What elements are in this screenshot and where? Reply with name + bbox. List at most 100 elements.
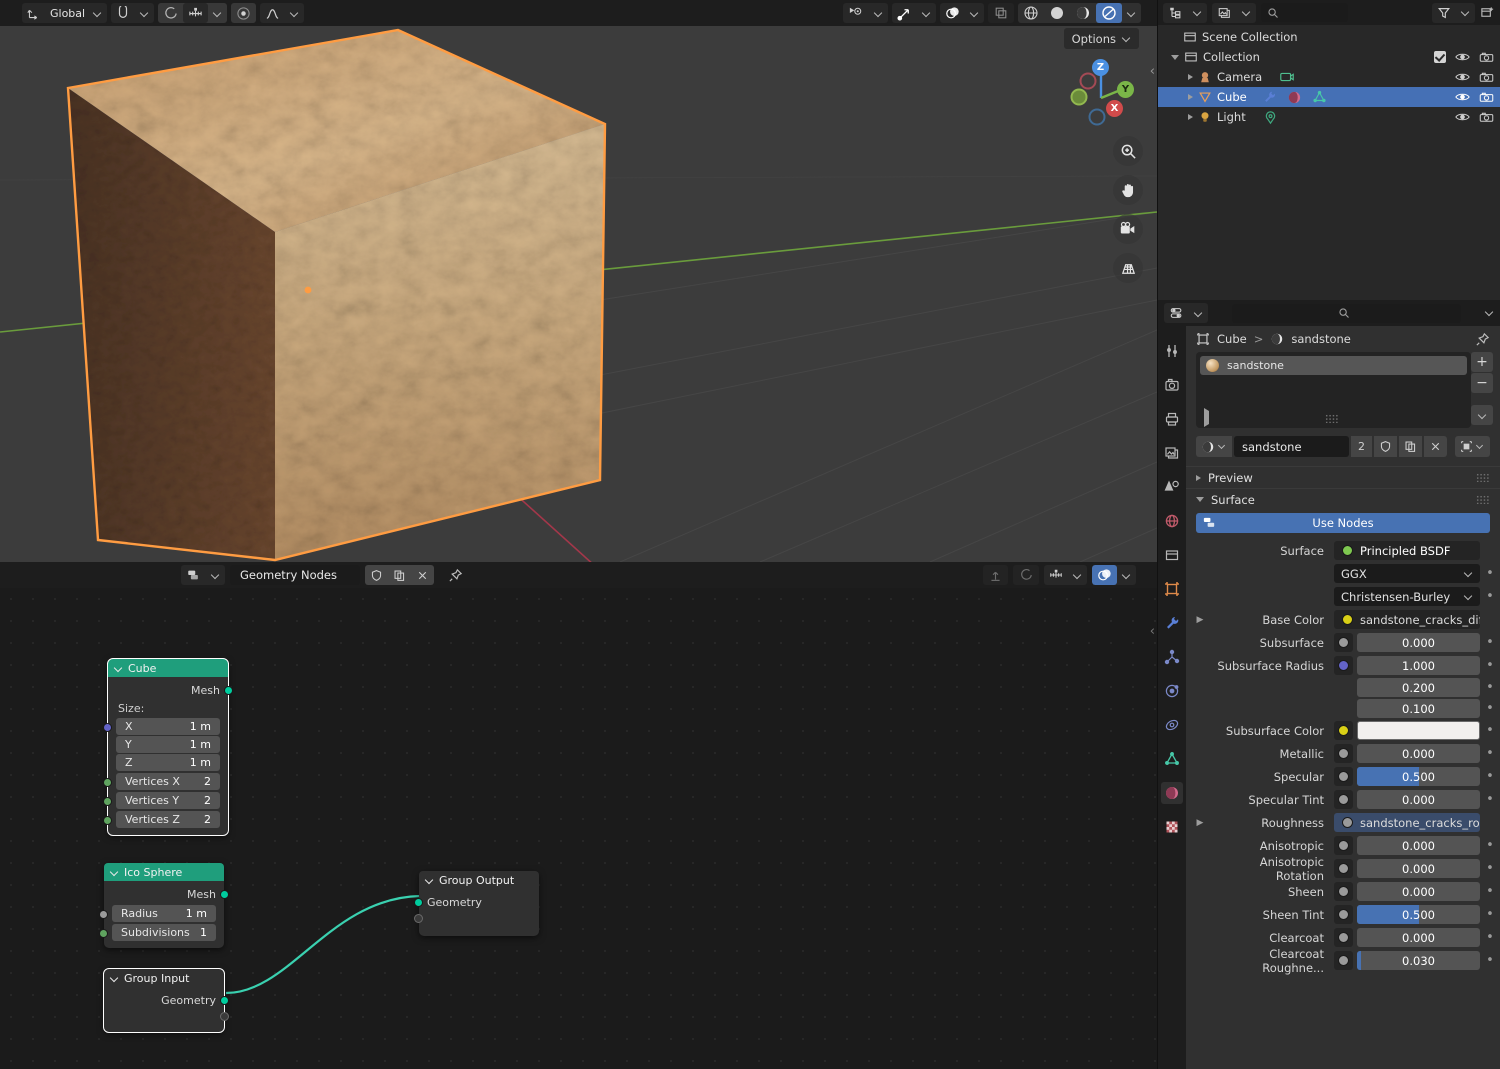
specular-tint-slider[interactable]: 0.000 xyxy=(1357,790,1480,809)
socket-virtual-in[interactable] xyxy=(414,914,423,923)
mesh-data-icon[interactable] xyxy=(1312,90,1327,104)
snap-increment-icon[interactable] xyxy=(183,3,209,23)
prop-row-sheen[interactable]: Sheen 0.000 • xyxy=(1186,880,1500,903)
editor-type-select[interactable] xyxy=(181,565,225,585)
socket-mesh-out[interactable] xyxy=(220,890,229,899)
camera-view-tool[interactable] xyxy=(1113,214,1143,244)
disclosure-triangle[interactable] xyxy=(1196,474,1201,481)
chevron-down-icon[interactable] xyxy=(208,3,227,23)
overlays-icon[interactable] xyxy=(940,3,965,23)
go-to-parent-icon[interactable] xyxy=(983,565,1008,585)
field-size-x[interactable]: X 1 m xyxy=(116,718,220,735)
animate-dot[interactable]: • xyxy=(1484,590,1496,603)
chevron-down-icon[interactable] xyxy=(1068,565,1087,585)
datablock-type-select[interactable] xyxy=(1455,436,1490,457)
node-editor-header[interactable]: Geometry Nodes xyxy=(0,562,1157,588)
socket-vertices-y[interactable] xyxy=(103,797,112,806)
gizmo-toggle-group[interactable] xyxy=(892,3,936,23)
socket-dot-sheen-tint[interactable] xyxy=(1334,905,1353,924)
viewport-nav-buttons[interactable] xyxy=(1113,136,1143,283)
snap-node-icon[interactable] xyxy=(1044,565,1068,585)
material-datablock-row[interactable]: sandstone 2 xyxy=(1196,436,1490,457)
socket-dot-anisotropic[interactable] xyxy=(1334,836,1353,855)
material-icon[interactable] xyxy=(1287,90,1302,105)
camera-render-icon[interactable] xyxy=(1479,51,1494,64)
node-collapse-icon[interactable] xyxy=(110,974,119,983)
outliner-filter-button[interactable] xyxy=(1432,2,1475,23)
snap-curve-icon[interactable] xyxy=(1013,565,1039,585)
toggle-perspective-tool[interactable] xyxy=(1113,253,1143,283)
shading-wireframe-icon[interactable] xyxy=(1018,3,1044,23)
collection-checkbox[interactable] xyxy=(1434,51,1446,63)
distribution-dropdown[interactable]: GGX xyxy=(1334,564,1480,583)
camera-render-icon[interactable] xyxy=(1479,71,1494,84)
disclosure-triangle[interactable] xyxy=(1196,497,1204,502)
prop-row-specular-tint[interactable]: Specular Tint 0.000 • xyxy=(1186,788,1500,811)
x-icon[interactable] xyxy=(1424,436,1447,457)
shading-material-preview-icon[interactable] xyxy=(1070,3,1096,23)
geometry-node-editor[interactable]: Geometry Nodes Cube Mesh Size: X 1 m Y 1… xyxy=(0,562,1157,1069)
proportional-edit-icon[interactable] xyxy=(158,3,183,23)
outliner-display-mode-select[interactable] xyxy=(1163,2,1207,23)
sheen-slider[interactable]: 0.000 xyxy=(1357,882,1480,901)
subsurface-radius-slider-1[interactable]: 1.000 xyxy=(1357,656,1480,675)
socket-dot-specular-tint[interactable] xyxy=(1334,790,1353,809)
shading-mode-group[interactable] xyxy=(1018,3,1141,23)
node-canvas[interactable]: Cube Mesh Size: X 1 m Y 1 m Z 1 m Vertic… xyxy=(0,588,1157,1069)
prop-row-specular[interactable]: Specular 0.500 • xyxy=(1186,765,1500,788)
options-button[interactable]: Options xyxy=(1063,28,1139,49)
field-vertices-y[interactable]: Vertices Y 2 xyxy=(116,792,220,809)
slot-list-grip[interactable] xyxy=(1325,414,1339,423)
pin-icon[interactable] xyxy=(1475,332,1490,347)
breadcrumb-object[interactable]: Cube xyxy=(1217,332,1247,346)
proportional-editing-button[interactable] xyxy=(231,3,257,23)
prop-row-anisotropic-rotation[interactable]: Anisotropic Rotation 0.000 • xyxy=(1186,855,1500,883)
properties-header[interactable] xyxy=(1158,300,1500,326)
material-slot[interactable]: sandstone xyxy=(1200,356,1467,375)
socket-size-in[interactable] xyxy=(103,723,112,732)
animate-dot[interactable]: • xyxy=(1484,681,1496,694)
breadcrumb[interactable]: Cube > sandstone xyxy=(1186,326,1500,352)
chevron-down-icon[interactable] xyxy=(285,3,304,23)
properties-editor[interactable]: Cube > sandstone sandstone + − sandstone… xyxy=(1157,300,1500,1069)
socket-dot-metallic[interactable] xyxy=(1334,744,1353,763)
properties-tab-object-data[interactable] xyxy=(1161,748,1183,770)
prop-row-base-color[interactable]: ▶ Base Color sandstone_cracks_diff_4... … xyxy=(1186,608,1500,631)
socket-radius-in[interactable] xyxy=(99,910,108,919)
breadcrumb-material[interactable]: sandstone xyxy=(1291,332,1351,346)
field-vertices-x[interactable]: Vertices X 2 xyxy=(116,773,220,790)
slot-list-expand-icon[interactable] xyxy=(1204,408,1209,427)
shading-rendered-icon[interactable] xyxy=(1096,3,1122,23)
gizmo-axis-z[interactable]: Z xyxy=(1092,59,1109,76)
ico-sphere-node[interactable]: Ico Sphere Mesh Radius 1 m Subdivisions … xyxy=(99,863,229,948)
field-size-y[interactable]: Y 1 m xyxy=(116,736,220,753)
animate-dot[interactable]: • xyxy=(1484,636,1496,649)
prop-row-roughness[interactable]: ▶ Roughness sandstone_cracks_rough... • xyxy=(1186,811,1500,834)
node-output-mesh[interactable]: Mesh xyxy=(104,885,229,904)
chevron-down-icon[interactable] xyxy=(88,3,107,23)
outliner-header[interactable] xyxy=(1158,0,1500,25)
snap-magnet-button[interactable] xyxy=(111,3,155,23)
prop-row-subsurface-color[interactable]: Subsurface Color • xyxy=(1186,719,1500,742)
eye-icon[interactable] xyxy=(1455,91,1470,103)
shield-icon[interactable] xyxy=(365,565,388,585)
socket-dot-subsurface[interactable] xyxy=(1334,633,1353,652)
chevron-down-icon[interactable] xyxy=(1189,303,1208,323)
material-browse-icon[interactable] xyxy=(1196,436,1232,457)
properties-tab-texture[interactable] xyxy=(1161,816,1183,838)
subsurface-radius-slider-3[interactable]: 0.100 xyxy=(1357,699,1480,718)
field-size-z[interactable]: Z 1 m xyxy=(116,754,220,771)
subsurface-radius-slider-2[interactable]: 0.200 xyxy=(1357,678,1480,697)
panel-surface[interactable]: Surface xyxy=(1186,488,1500,510)
properties-tab-modifiers[interactable] xyxy=(1161,612,1183,634)
properties-tab-material[interactable] xyxy=(1161,782,1183,804)
viewport-options-row[interactable]: Options xyxy=(1063,28,1139,49)
remove-material-slot-button[interactable]: − xyxy=(1471,373,1493,393)
copy-icon[interactable] xyxy=(388,565,411,585)
node-output-virtual[interactable] xyxy=(104,1010,229,1024)
prop-row-subsurface[interactable]: Subsurface 0.000 • xyxy=(1186,631,1500,654)
material-slot-menu-button[interactable] xyxy=(1471,405,1493,425)
eye-icon[interactable] xyxy=(1455,111,1470,123)
anisotropic-slider[interactable]: 0.000 xyxy=(1357,836,1480,855)
shield-icon[interactable] xyxy=(1374,436,1397,457)
